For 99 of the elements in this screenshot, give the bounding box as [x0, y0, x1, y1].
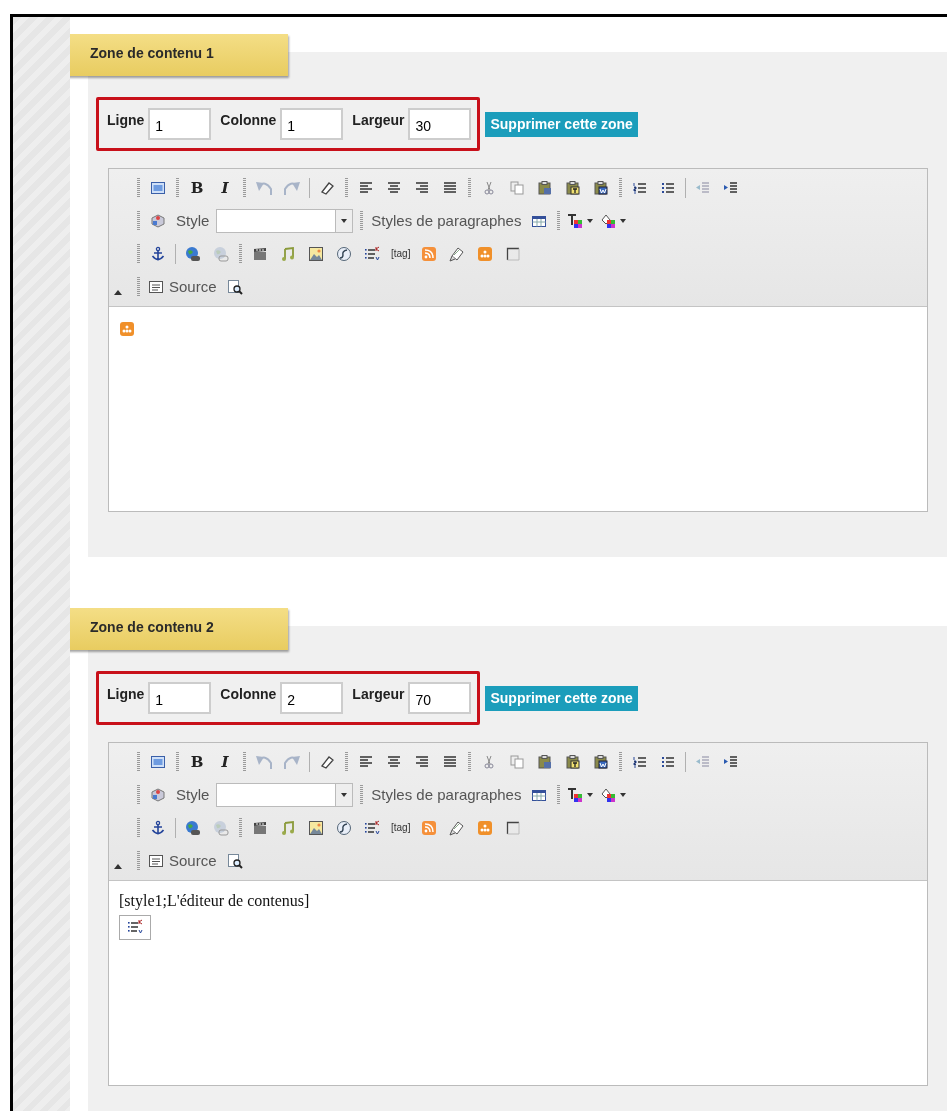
editor-content[interactable]: [style1;L'éditeur de contenus]: [109, 881, 927, 1085]
italic-button[interactable]: I: [211, 176, 239, 199]
plugin-icon: [477, 245, 494, 262]
collapse-icon: [113, 289, 123, 296]
fill-color-icon: [600, 786, 617, 803]
music-note-icon: [280, 245, 296, 262]
caret-icon: [619, 791, 628, 798]
caret-icon: [340, 217, 349, 224]
clapper-icon: [252, 245, 268, 262]
source-icon: [148, 852, 164, 869]
copy-icon: [509, 753, 525, 770]
paste-word-icon: [593, 179, 609, 196]
caret-icon: [586, 791, 595, 798]
field-label: Ligne: [107, 686, 145, 702]
justify-icon: [442, 179, 458, 196]
image-icon: [308, 819, 324, 836]
input-field[interactable]: 1: [280, 108, 344, 140]
scissors-icon: [481, 753, 497, 770]
text-color-icon: [567, 786, 584, 803]
source-button[interactable]: Source: [144, 275, 221, 298]
paragraph-styles-label[interactable]: Styles de paragraphes: [367, 212, 526, 229]
outdent-icon: [695, 753, 711, 770]
field-label: Largeur: [352, 112, 405, 128]
paste-text-icon: [565, 179, 581, 196]
outdent-icon: [695, 179, 711, 196]
fill-color-icon: [600, 212, 617, 229]
preview-icon: [226, 278, 243, 295]
align-right-icon: [414, 179, 430, 196]
cube-icon: [150, 212, 166, 229]
cube-icon: [150, 786, 166, 803]
checklist-widget[interactable]: [119, 915, 151, 940]
rss-icon: [421, 245, 438, 262]
scissors-icon: [481, 179, 497, 196]
anchor-icon: [150, 819, 166, 836]
pencil-icon: [449, 819, 466, 836]
checklist-icon: [127, 919, 143, 935]
content-text: [style1;L'éditeur de contenus]: [119, 891, 311, 911]
text-color-icon: [567, 212, 584, 229]
paste-word-icon: [593, 753, 609, 770]
field-label: Largeur: [352, 686, 405, 702]
field-label: Colonne: [220, 112, 277, 128]
align-center-icon: [386, 753, 402, 770]
image-icon: [308, 245, 324, 262]
style-label: Style: [175, 786, 211, 803]
pencil-icon: [449, 245, 466, 262]
collapse-icon: [113, 863, 123, 870]
plugin-icon: [477, 819, 494, 836]
tag-button[interactable]: [tag]: [386, 242, 416, 265]
input-field[interactable]: 30: [408, 108, 472, 140]
paste-icon: [537, 179, 553, 196]
undo-icon: [256, 753, 272, 770]
preview-icon: [226, 852, 243, 869]
align-left-icon: [358, 753, 374, 770]
justify-icon: [442, 753, 458, 770]
align-left-icon: [358, 179, 374, 196]
maximize-icon: [150, 753, 166, 770]
rectangle-icon: [505, 245, 522, 262]
redo-icon: [284, 179, 300, 196]
clapper-icon: [252, 819, 268, 836]
maximize-icon: [150, 179, 166, 196]
copy-icon: [509, 179, 525, 196]
rss-icon: [421, 819, 438, 836]
align-center-icon: [386, 179, 402, 196]
paste-text-icon: [565, 753, 581, 770]
undo-icon: [256, 179, 272, 196]
input-field[interactable]: 2: [280, 682, 344, 714]
globe-unlink-icon: [213, 819, 229, 836]
field-label: Colonne: [220, 686, 277, 702]
redo-icon: [284, 753, 300, 770]
flash-icon: [336, 245, 352, 262]
checklist-icon: [364, 245, 380, 262]
paste-icon: [537, 753, 553, 770]
plugin-icon: [119, 321, 135, 337]
paragraph-styles-label[interactable]: Styles de paragraphes: [367, 786, 526, 803]
bold-button[interactable]: B: [183, 176, 211, 199]
globe-unlink-icon: [213, 245, 229, 262]
bold-button[interactable]: B: [183, 750, 211, 773]
caret-icon: [586, 217, 595, 224]
italic-button[interactable]: I: [211, 750, 239, 773]
music-note-icon: [280, 819, 296, 836]
align-right-icon: [414, 753, 430, 770]
indent-icon: [723, 753, 739, 770]
anchor-icon: [150, 245, 166, 262]
input-field[interactable]: 1: [148, 108, 212, 140]
style-label: Style: [175, 212, 211, 229]
source-button[interactable]: Source: [144, 849, 221, 872]
caret-icon: [619, 217, 628, 224]
source-icon: [148, 278, 164, 295]
tag-button[interactable]: [tag]: [386, 816, 416, 839]
rectangle-icon: [505, 819, 522, 836]
globe-link-icon: [185, 245, 201, 262]
input-field[interactable]: 1: [148, 682, 212, 714]
checklist-icon: [364, 819, 380, 836]
field-label: Ligne: [107, 112, 145, 128]
input-field[interactable]: 70: [408, 682, 472, 714]
globe-link-icon: [185, 819, 201, 836]
indent-icon: [723, 179, 739, 196]
caret-icon: [340, 791, 349, 798]
flash-icon: [336, 819, 352, 836]
